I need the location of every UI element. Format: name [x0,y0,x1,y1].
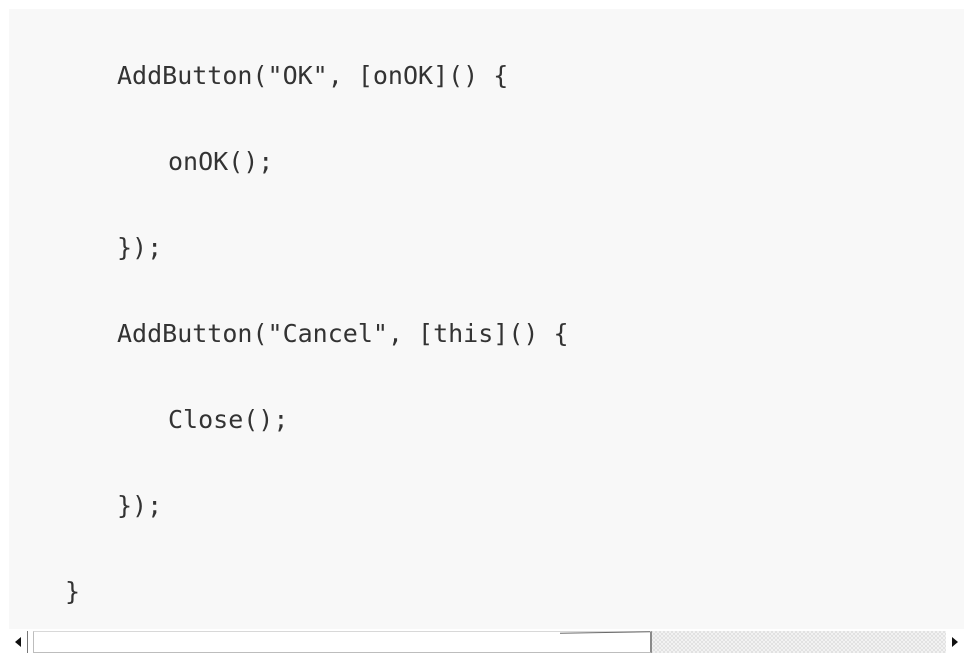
horizontal-scrollbar[interactable] [9,629,964,655]
scrollbar-thumb[interactable] [33,631,652,653]
code-line: onOK(); [168,147,274,176]
triangle-right-icon [952,637,958,647]
scroll-left-button[interactable] [9,631,28,653]
code-line: AddButton("OK", [onOK]() { [117,61,509,90]
code-line: Close(); [168,405,289,434]
triangle-left-icon [15,637,21,647]
code-line: } [65,577,81,606]
code-line: }); [117,491,163,520]
code-line: AddButton("Cancel", [this]() { [117,319,569,348]
code-block: AddButton("OK", [onOK]() { onOK(); }); A… [9,9,964,629]
code-line: }); [117,233,163,262]
scroll-right-button[interactable] [946,631,964,653]
